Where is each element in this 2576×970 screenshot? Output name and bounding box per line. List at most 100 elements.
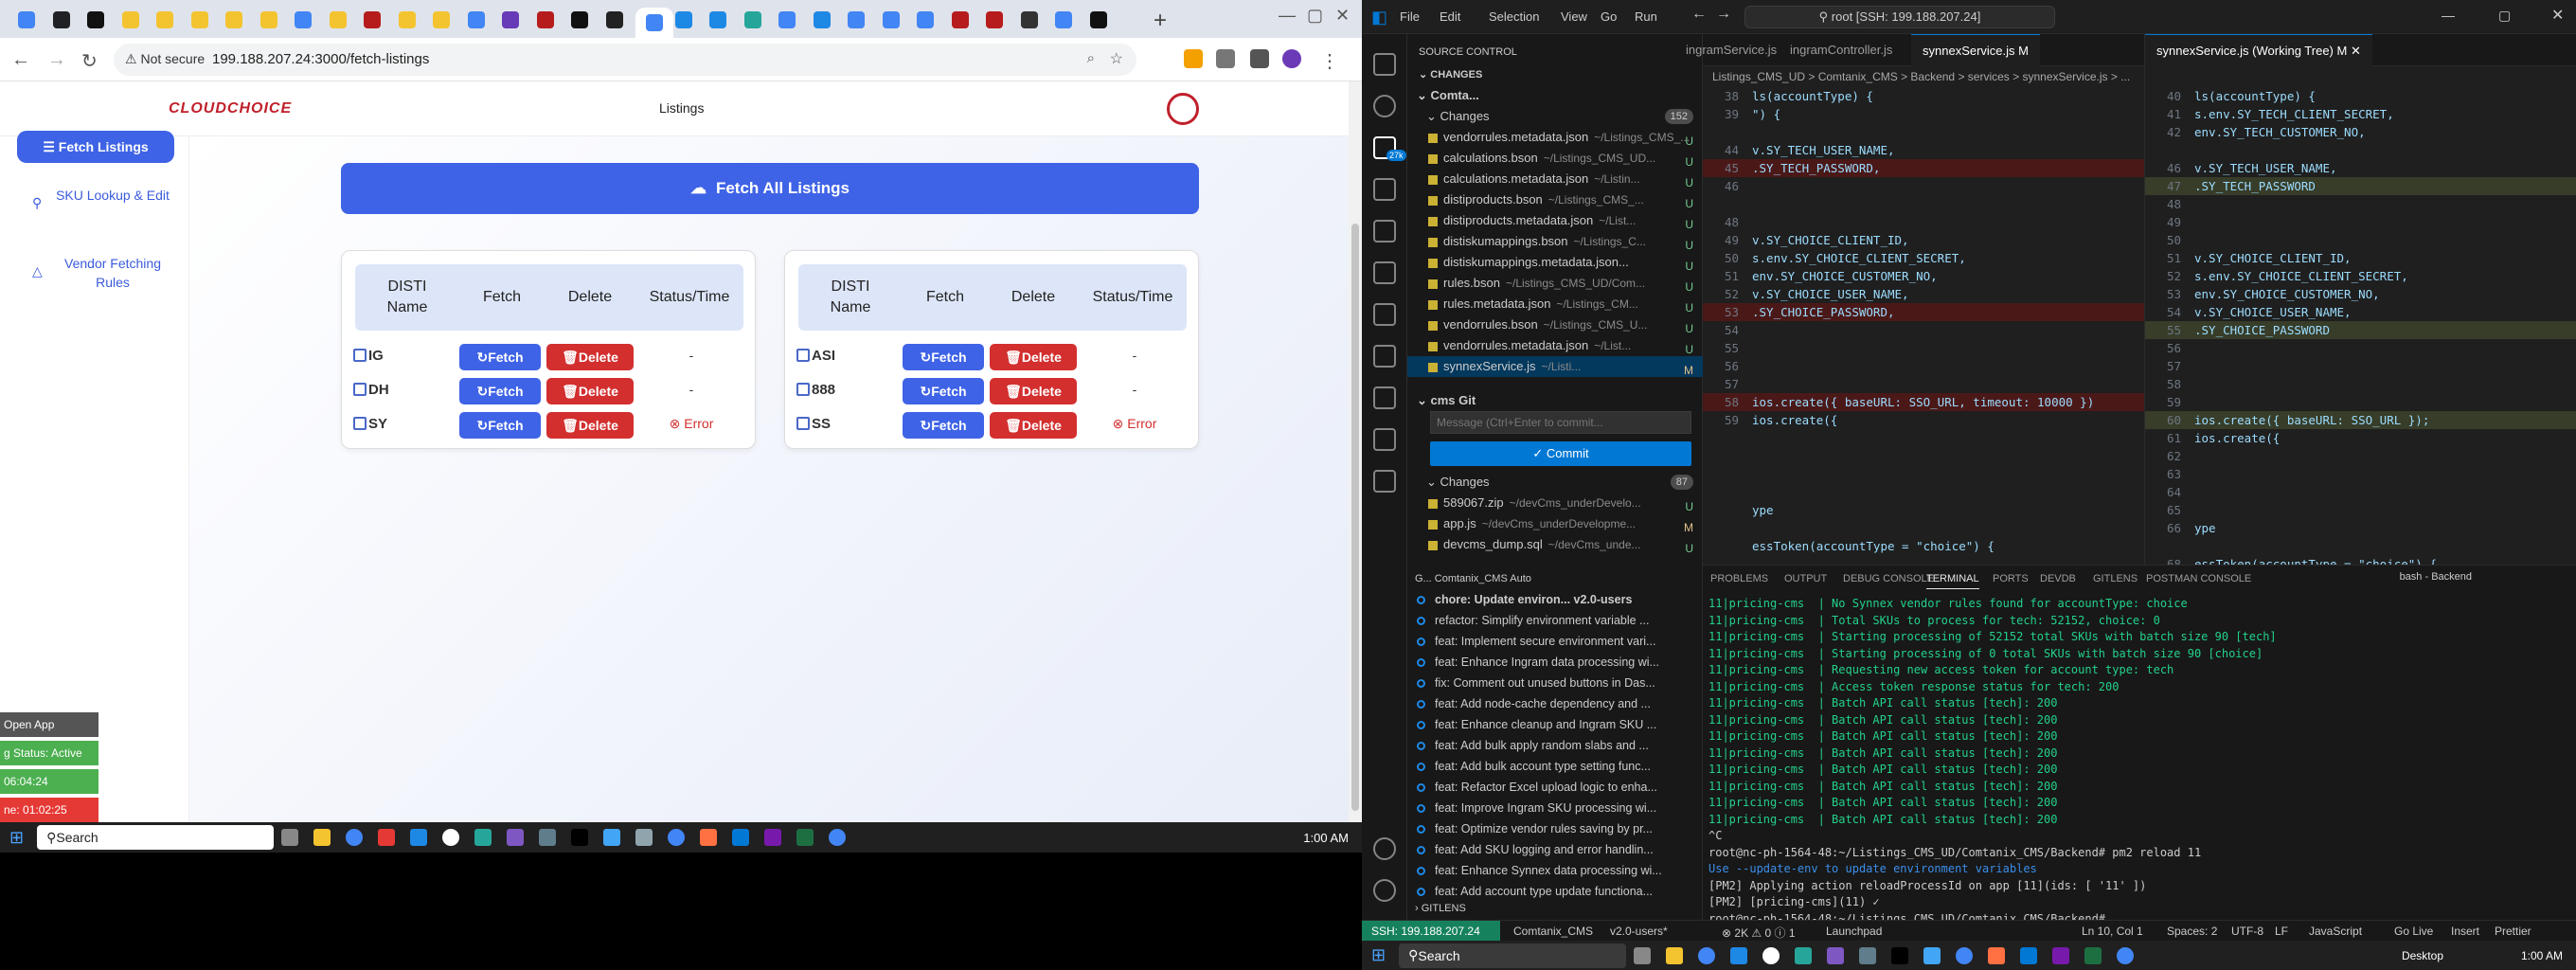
chrome-icon[interactable] <box>829 829 847 846</box>
delete-button[interactable]: 🗑 Delete <box>990 344 1077 370</box>
new-tab-icon[interactable]: + <box>1154 8 1167 34</box>
cursor-position[interactable]: Ln 10, Col 1 <box>2082 925 2143 938</box>
panel-tab[interactable]: PORTS <box>1993 573 2029 584</box>
database-icon[interactable] <box>1373 345 1396 368</box>
editor-tab[interactable]: ingramService.js <box>1674 34 1788 66</box>
commit-row[interactable]: chore: Update environ... v2.0-users <box>1407 589 1703 610</box>
chrome-icon[interactable] <box>346 829 364 846</box>
changed-file[interactable]: app.js ~/devCms_underDevelopme... M <box>1407 513 1703 534</box>
changed-file[interactable]: vendorrules.bson ~/Listings_CMS_U... U <box>1407 314 1703 335</box>
app-icon[interactable] <box>1859 946 1877 964</box>
browser-tab[interactable] <box>325 8 351 32</box>
browser-tab[interactable] <box>774 8 800 32</box>
browser-tab[interactable] <box>601 8 628 32</box>
browser-tab[interactable] <box>152 8 178 32</box>
changed-file[interactable]: rules.bson ~/Listings_CMS_UD/Com... U <box>1407 273 1703 294</box>
browser-tab[interactable] <box>671 8 697 32</box>
browser-tab[interactable] <box>1085 8 1112 32</box>
extension-icon[interactable] <box>1184 49 1203 68</box>
browser-tab[interactable] <box>981 8 1008 32</box>
app-icon[interactable] <box>700 829 718 846</box>
breadcrumb[interactable]: Listings_CMS_UD > Comtanix_CMS > Backend… <box>1703 66 2144 87</box>
thunder-icon[interactable] <box>1373 470 1396 493</box>
extensions-icon[interactable] <box>1373 220 1396 242</box>
launchpad-indicator[interactable]: Launchpad <box>1826 925 1882 938</box>
browser-tab[interactable] <box>912 8 939 32</box>
tag-indicator[interactable]: v2.0-users* <box>1610 925 1668 938</box>
app-icon[interactable] <box>571 829 589 846</box>
vscode-icon[interactable] <box>732 829 750 846</box>
menu-item[interactable]: View <box>1561 9 1587 24</box>
menu-item[interactable]: Selection <box>1489 9 1539 24</box>
status-error[interactable]: ⊗ Error <box>1082 416 1187 432</box>
commit-row[interactable]: feat: Enhance cleanup and Ingram SKU ... <box>1407 714 1703 735</box>
menu-kebab-icon[interactable]: ⋮ <box>1320 49 1339 73</box>
app-icon[interactable] <box>410 829 428 846</box>
fetch-button[interactable]: ↻ Fetch <box>459 344 541 370</box>
app-icon[interactable] <box>1988 946 2006 964</box>
menu-item[interactable]: Edit <box>1440 9 1460 24</box>
browser-tab[interactable] <box>256 8 282 32</box>
window-maximize-icon[interactable]: ▢ <box>1307 6 1323 26</box>
branch-indicator[interactable]: Comtanix_CMS <box>1513 925 1593 938</box>
taskbar-search[interactable]: ⚲ Search <box>37 825 275 850</box>
excel-icon[interactable] <box>796 829 814 846</box>
postman-icon[interactable] <box>1373 428 1396 451</box>
app-icon[interactable] <box>635 829 653 846</box>
app-icon[interactable] <box>1730 946 1748 964</box>
close-icon[interactable]: ✕ <box>2551 6 2564 25</box>
changed-file[interactable]: devcms_dump.sql ~/devCms_unde... U <box>1407 534 1703 555</box>
menu-item[interactable]: Go <box>1601 9 1617 24</box>
browser-tab[interactable] <box>48 8 75 32</box>
editor-tab[interactable]: synnexService.js M <box>1911 34 2040 66</box>
menu-item[interactable]: File <box>1400 9 1420 24</box>
changed-file[interactable]: distiproducts.bson ~/Listings_CMS_... U <box>1407 189 1703 210</box>
forward-icon[interactable]: → <box>1716 6 1731 23</box>
panel-tab[interactable]: OUTPUT <box>1784 573 1827 584</box>
taskbar-search[interactable]: ⚲ Search <box>1399 943 1627 968</box>
explorer-icon[interactable] <box>1373 53 1396 76</box>
chrome-icon[interactable] <box>2117 946 2135 964</box>
delete-button[interactable]: 🗑 Delete <box>546 344 634 370</box>
commit-row[interactable]: feat: Optimize vendor rules saving by pr… <box>1407 818 1703 839</box>
panel-tab[interactable]: GITLENS <box>2093 573 2138 584</box>
app-icon[interactable] <box>1795 946 1813 964</box>
repo-comtanix[interactable]: ⌄ Comta... <box>1407 85 1703 106</box>
fetch-button[interactable]: ↻ Fetch <box>903 344 984 370</box>
menu-item[interactable]: Run <box>1635 9 1657 24</box>
delete-button[interactable]: 🗑 Delete <box>546 378 634 404</box>
app-icon[interactable] <box>539 829 557 846</box>
app-icon[interactable] <box>442 829 460 846</box>
cloudchoice-logo[interactable]: CLOUDCHOICE <box>169 100 292 117</box>
bookmark-star-icon[interactable]: ☆ <box>1110 49 1123 68</box>
browser-tab[interactable] <box>463 8 490 32</box>
commit-row[interactable]: feat: Enhance Ingram data processing wi.… <box>1407 652 1703 673</box>
file-explorer-icon[interactable] <box>313 829 331 846</box>
fetch-button[interactable]: ↻ Fetch <box>459 378 541 404</box>
browser-tab[interactable] <box>740 8 766 32</box>
browser-tab[interactable] <box>13 8 40 32</box>
browser-tab[interactable] <box>82 8 109 32</box>
terminal-shell-selector[interactable]: bash - Backend <box>2400 571 2472 583</box>
app-icon[interactable] <box>1923 946 1941 964</box>
app-icon[interactable] <box>378 829 396 846</box>
back-icon[interactable]: ← <box>11 49 30 71</box>
problems-indicator[interactable]: ⊗ 2K ⚠ 0 ⓘ 1 <box>1722 925 1796 941</box>
panel-tab[interactable]: DEBUG CONSOLE <box>1843 573 1934 584</box>
close-icon[interactable]: ✕ <box>1335 6 1350 26</box>
editor-tab-working-tree[interactable]: synnexService.js (Working Tree) M ✕ <box>2145 34 2372 66</box>
profile-icon[interactable] <box>1282 49 1301 68</box>
commit-row[interactable]: feat: Refactor Excel upload logic to enh… <box>1407 777 1703 798</box>
panel-tab[interactable]: PROBLEMS <box>1710 573 1768 584</box>
panel-tab[interactable]: POSTMAN CONSOLE <box>2146 573 2251 584</box>
app-icon[interactable] <box>507 829 525 846</box>
zoom-icon[interactable]: ⌕ <box>1087 50 1095 66</box>
python-icon[interactable] <box>1373 386 1396 409</box>
task-view-icon[interactable] <box>1634 946 1652 964</box>
scrollbar-thumb[interactable] <box>1351 224 1359 811</box>
sidebar-item-sku-lookup[interactable]: ⚲ SKU Lookup & Edit <box>17 186 174 210</box>
changed-file[interactable]: distiproducts.metadata.json ~/List... U <box>1407 210 1703 231</box>
browser-tab[interactable] <box>221 8 247 32</box>
changed-file[interactable]: vendorrules.metadata.json ~/List... U <box>1407 335 1703 356</box>
browser-tab[interactable] <box>635 8 673 38</box>
